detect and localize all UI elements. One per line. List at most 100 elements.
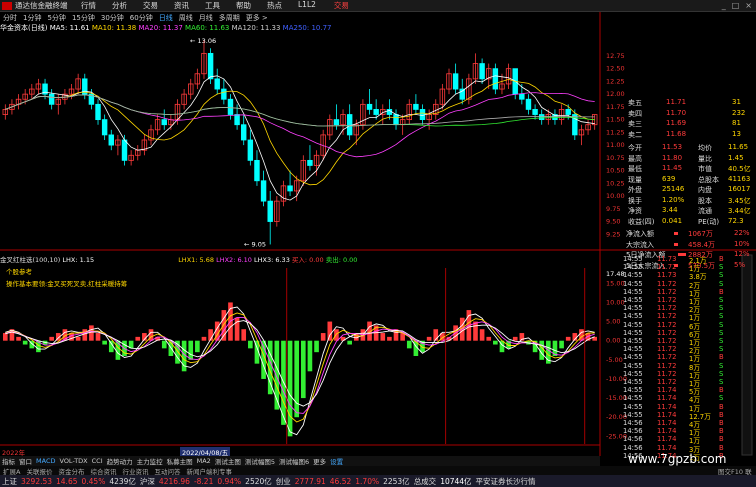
tick-time: 14:55	[623, 361, 643, 370]
osc-bar	[2, 333, 8, 341]
indicator-tab-3[interactable]: VOL-TDX	[57, 457, 89, 465]
candle-body	[240, 124, 247, 141]
quote-label: 今开	[628, 144, 642, 152]
quote-row: 换手 1.20% 股本 3.45亿	[600, 196, 756, 206]
tick-side: S	[719, 369, 724, 378]
quote-val: 11.80	[662, 153, 683, 162]
tick-row: 14:55 11.73 3.8万 S	[623, 271, 738, 281]
osc-bar	[201, 336, 207, 341]
quote-val2: 72.3	[728, 216, 744, 225]
tick-price: 11.72	[657, 296, 677, 304]
candle-body	[95, 103, 101, 121]
candle-body	[479, 63, 485, 80]
tick-side: B	[719, 402, 724, 411]
quote-val2: 3.45亿	[728, 196, 751, 205]
ext-tab-6[interactable]: 新闻户端利专事	[183, 466, 235, 476]
indicator-tab-10[interactable]: 测试幅图5	[243, 456, 277, 466]
tick-price: 11.72	[657, 304, 677, 313]
ask-row: 卖五 11.71 31	[600, 98, 756, 108]
ask-row: 卖四 11.70 232	[600, 109, 756, 119]
osc-tick: 15.00	[606, 279, 625, 287]
tick-scrollbar[interactable]	[741, 254, 753, 456]
watermark: www.7gpzb.com	[628, 452, 727, 466]
quote-label: 最高	[628, 154, 642, 163]
tick-price: 11.73	[657, 271, 677, 280]
ask-vol: 81	[732, 119, 741, 127]
ext-tab-4[interactable]: 行业资讯	[119, 466, 151, 476]
tick-price: 11.74	[657, 419, 677, 427]
ask-vol: 13	[732, 129, 741, 138]
quote-label2: 流通	[698, 207, 712, 215]
osc-bar	[287, 340, 293, 437]
quote-row: 收益(四) 0.041 PE(动) 72.3	[600, 217, 756, 227]
tick-row: 14:55 11.74 5万 B	[623, 386, 738, 396]
tick-row: 14:55 11.74 4万 S	[623, 394, 738, 404]
ask-price: 11.70	[666, 108, 687, 117]
tick-side: S	[719, 312, 724, 321]
osc-bar	[559, 340, 564, 349]
ext-tab-5[interactable]: 互动问答	[151, 466, 183, 476]
tick-time: 14:55	[623, 369, 643, 378]
tick-time: 14:56	[623, 419, 643, 427]
indicator-tab-0[interactable]: 指标	[0, 456, 17, 466]
candle-body	[525, 98, 532, 110]
price-tick: 12.50	[606, 65, 625, 73]
indicator-tab-9[interactable]: 测试主图	[213, 456, 243, 466]
candle-body	[247, 139, 254, 161]
indicator-tab-2[interactable]: MACD	[34, 457, 57, 465]
osc-tick: -5.00	[606, 356, 623, 364]
candle-body	[366, 103, 373, 110]
indicator-tab-11[interactable]: 测试幅图6	[277, 456, 311, 466]
osc-bar	[565, 336, 571, 341]
flow-val: 458.4万	[688, 240, 716, 249]
ext-tab-0[interactable]: 扩展A	[0, 466, 23, 476]
extension-tabs: 扩展A 关联报价 资金分布 综合资讯 行业资讯 互动问答 新闻户端利专事	[0, 466, 756, 476]
osc-bar	[426, 336, 432, 341]
tick-row: 14:55 11.72 2万 S	[623, 304, 738, 314]
indicator-tab-13[interactable]: 设置	[328, 456, 345, 466]
indicator-tab-6[interactable]: 主力监控	[135, 456, 165, 466]
tick-side: S	[719, 361, 724, 370]
quote-val2: 40.5亿	[728, 165, 751, 173]
news-ticker[interactable]: 平安证券长沙行情	[474, 476, 538, 487]
indicator-tab-1[interactable]: 窗口	[17, 456, 34, 466]
tick-side: S	[719, 345, 724, 354]
osc-bar	[320, 333, 326, 341]
tick-side: B	[719, 353, 724, 362]
candle-body	[101, 119, 108, 136]
quote-label: 外盘	[628, 186, 642, 194]
flow-row: 净流入额 1067万 22%	[600, 229, 756, 239]
osc-lhx1: LHX1: 5.68	[178, 256, 215, 264]
tick-side: S	[719, 304, 724, 313]
quote-label: 现量	[628, 175, 642, 184]
sz-label: 沪深	[139, 476, 155, 486]
osc-lhx2: LHX2: 6.10	[216, 256, 252, 264]
ask-price: 11.71	[666, 98, 687, 106]
tick-row: 14:55 11.72 1万 S	[623, 263, 738, 273]
osc-bar	[49, 336, 54, 341]
indicator-tab-5[interactable]: 趋势动力	[105, 456, 135, 466]
tick-price: 11.74	[657, 443, 677, 452]
tick-price: 11.74	[657, 394, 677, 403]
tick-side: S	[719, 328, 724, 337]
indicator-tab-8[interactable]: MA2	[195, 457, 213, 465]
tick-price: 11.72	[657, 337, 677, 345]
osc-legend: 金叉红柱选(100,10) LHX: 1.15 LHX1: 5.68 LHX2:…	[0, 254, 600, 264]
ext-tab-2[interactable]: 资金分布	[55, 466, 87, 476]
low-annotation: ← 9.05	[244, 240, 266, 248]
indicator-tab-4[interactable]: CCI	[90, 457, 105, 465]
indicator-tab-12[interactable]: 更多	[311, 456, 328, 466]
quote-label2: PE(动)	[698, 217, 720, 226]
tick-list[interactable]: 14:55 11.73 2.1万 B 14:55 11.72 1万 S 14:55 11.73 3.…	[623, 255, 738, 465]
status-bar: 上证 3292.53 14.65 0.45% 4239亿 沪深 4216.96 …	[0, 475, 756, 487]
ext-tab-3[interactable]: 综合资讯	[87, 466, 119, 476]
ext-tab-1[interactable]: 关联报价	[23, 466, 55, 476]
tick-price: 11.72	[657, 279, 677, 288]
tick-side: S	[719, 378, 724, 386]
quote-val: 3.44	[662, 206, 678, 214]
indicator-tab-7[interactable]: 私募主图	[165, 456, 195, 466]
osc-bar	[380, 333, 386, 341]
tick-price: 11.74	[657, 402, 677, 411]
tick-time: 14:55	[623, 394, 643, 403]
candle-body	[121, 139, 128, 161]
